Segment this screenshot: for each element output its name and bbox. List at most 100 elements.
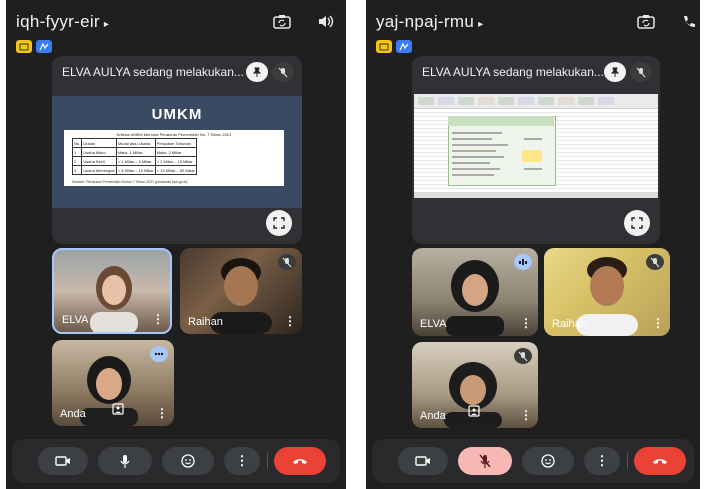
table-cell: Maks. 1 Miliar <box>115 147 156 157</box>
activity-icon <box>36 40 52 53</box>
pin-icon[interactable] <box>604 62 626 82</box>
meeting-code-header[interactable]: yaj-npaj-rmu ▸ <box>376 12 483 32</box>
presenter-caption: ELVA AULYA sedang melakukan... <box>422 65 604 79</box>
microphone-button[interactable] <box>98 447 152 475</box>
table-row: 2 Usaha Kecil > 1 Miliar – 5 Miliar > 2 Mil… <box>71 156 197 166</box>
participant-tile-self[interactable]: Anda ⋮ <box>52 340 174 426</box>
caret-right-icon: ▸ <box>103 19 110 30</box>
participant-video <box>446 260 504 336</box>
more-horizontal-icon[interactable] <box>150 346 168 362</box>
spreadsheet-ribbon <box>414 94 658 109</box>
microphone-button[interactable] <box>458 447 512 475</box>
criteria-table: No. Uraian Modal atau Usaha Penjualan Tahun… <box>71 138 197 175</box>
participant-video <box>90 266 138 332</box>
more-options-icon[interactable]: ⋮ <box>520 408 532 422</box>
fullscreen-icon[interactable] <box>266 210 292 236</box>
camera-button[interactable] <box>398 447 448 475</box>
caret-right-icon: ▸ <box>478 19 484 30</box>
presentation-tile[interactable]: ELVA AULYA sedang melakukan... <box>412 56 660 244</box>
switch-camera-icon[interactable] <box>272 12 292 30</box>
more-button[interactable]: ⋮ <box>224 447 260 475</box>
reactions-button[interactable] <box>522 447 574 475</box>
table-cell: Usaha Kecil <box>81 156 117 166</box>
more-vertical-icon: ⋮ <box>235 453 249 468</box>
call-controls-bar: ⋮ <box>372 439 694 483</box>
participant-tile-elva[interactable]: ELVA ⋮ <box>52 248 172 334</box>
mic-off-icon <box>514 348 532 364</box>
meeting-code-header[interactable]: iqh-fyyr-eir ▸ <box>16 12 109 32</box>
participant-tile-elva[interactable]: ELVA ⋮ <box>412 248 538 336</box>
recording-icon <box>376 40 392 53</box>
self-view-icon[interactable] <box>112 402 124 420</box>
hang-up-icon <box>653 459 667 464</box>
presentation-tile[interactable]: ELVA AULYA sedang melakukan... UMKM Krit… <box>52 56 302 244</box>
table-cell: Penjualan Tahunan <box>154 138 197 148</box>
speaking-indicator-icon <box>514 254 532 270</box>
presenter-caption: ELVA AULYA sedang melakukan... <box>62 65 244 79</box>
participant-tile-self[interactable]: Anda ⋮ <box>412 342 538 428</box>
emoji-icon <box>181 454 195 468</box>
table-cell: 1 <box>71 147 83 157</box>
table-cell: Modal atau Usaha <box>115 138 156 148</box>
slide-heading: UMKM <box>151 106 203 123</box>
slide-table-title: Kriteria UMKM Menurut Peraturan Pemerint… <box>116 132 232 137</box>
more-options-icon[interactable]: ⋮ <box>284 314 296 328</box>
participant-tile-raihan[interactable]: Raihan ⋮ <box>544 248 670 336</box>
more-vertical-icon: ⋮ <box>595 453 609 468</box>
mic-off-icon <box>272 62 294 82</box>
participant-name: ELVA <box>62 314 89 326</box>
table-cell: 2 <box>71 156 83 166</box>
spreadsheet-header <box>448 116 554 126</box>
end-call-button[interactable] <box>634 447 686 475</box>
table-cell: No. <box>71 138 83 148</box>
hang-up-icon <box>293 459 307 464</box>
more-options-icon[interactable]: ⋮ <box>652 316 664 330</box>
participant-tile-raihan[interactable]: Raihan ⋮ <box>180 248 302 334</box>
meeting-code: iqh-fyyr-eir <box>16 12 100 31</box>
meet-screen-right: yaj-npaj-rmu ▸ ELVA AULYA sedang melakuka… <box>366 0 700 489</box>
more-options-icon[interactable]: ⋮ <box>520 316 532 330</box>
divider <box>267 453 268 469</box>
participant-name: Raihan <box>552 318 587 330</box>
mic-off-icon <box>278 254 296 270</box>
more-options-icon[interactable]: ⋮ <box>156 406 168 420</box>
table-cell: 3 <box>71 165 83 175</box>
microphone-icon <box>120 455 130 468</box>
table-cell: > 15 Miliar – 50 Miliar <box>154 165 197 175</box>
mic-off-icon <box>630 62 652 82</box>
sheet-tabs-bar <box>414 192 658 198</box>
reactions-button[interactable] <box>162 447 214 475</box>
phone-audio-icon[interactable] <box>680 12 700 30</box>
recording-icon <box>16 40 32 53</box>
table-cell: > 5 Miliar – 10 Miliar <box>115 165 156 175</box>
table-cell: Usaha Mikro <box>81 147 117 157</box>
camera-button[interactable] <box>38 447 88 475</box>
table-cell: Usaha Menengah <box>81 165 117 175</box>
table-cell: Uraian <box>81 138 117 148</box>
shared-spreadsheet <box>414 94 658 198</box>
switch-camera-icon[interactable] <box>636 12 656 30</box>
end-call-button[interactable] <box>274 447 326 475</box>
speaker-icon[interactable] <box>316 12 336 30</box>
more-options-icon[interactable]: ⋮ <box>152 312 164 326</box>
pin-icon[interactable] <box>246 62 268 82</box>
table-cell: > 1 Miliar – 5 Miliar <box>115 156 156 166</box>
mic-off-icon <box>479 454 491 468</box>
table-row: No. Uraian Modal atau Usaha Penjualan Tahun… <box>71 138 197 148</box>
participant-name: Anda <box>60 408 86 420</box>
table-cell: > 2 Miliar – 15 Miliar <box>154 156 197 166</box>
participant-name: Raihan <box>188 316 223 328</box>
participant-name: Anda <box>420 410 446 422</box>
camera-icon <box>415 456 430 466</box>
divider <box>627 453 628 469</box>
call-controls-bar: ⋮ <box>12 439 340 483</box>
activity-icon <box>396 40 412 53</box>
self-view-icon[interactable] <box>468 404 480 422</box>
shared-slide: UMKM Kriteria UMKM Menurut Peraturan Pem… <box>52 96 302 208</box>
mic-off-icon <box>646 254 664 270</box>
fullscreen-icon[interactable] <box>624 210 650 236</box>
more-button[interactable]: ⋮ <box>584 447 620 475</box>
participant-name: ELVA <box>420 318 447 330</box>
table-row: 3 Usaha Menengah > 5 Miliar – 10 Miliar > 1… <box>71 165 197 175</box>
slide-table-box: Kriteria UMKM Menurut Peraturan Pemerint… <box>64 130 284 186</box>
